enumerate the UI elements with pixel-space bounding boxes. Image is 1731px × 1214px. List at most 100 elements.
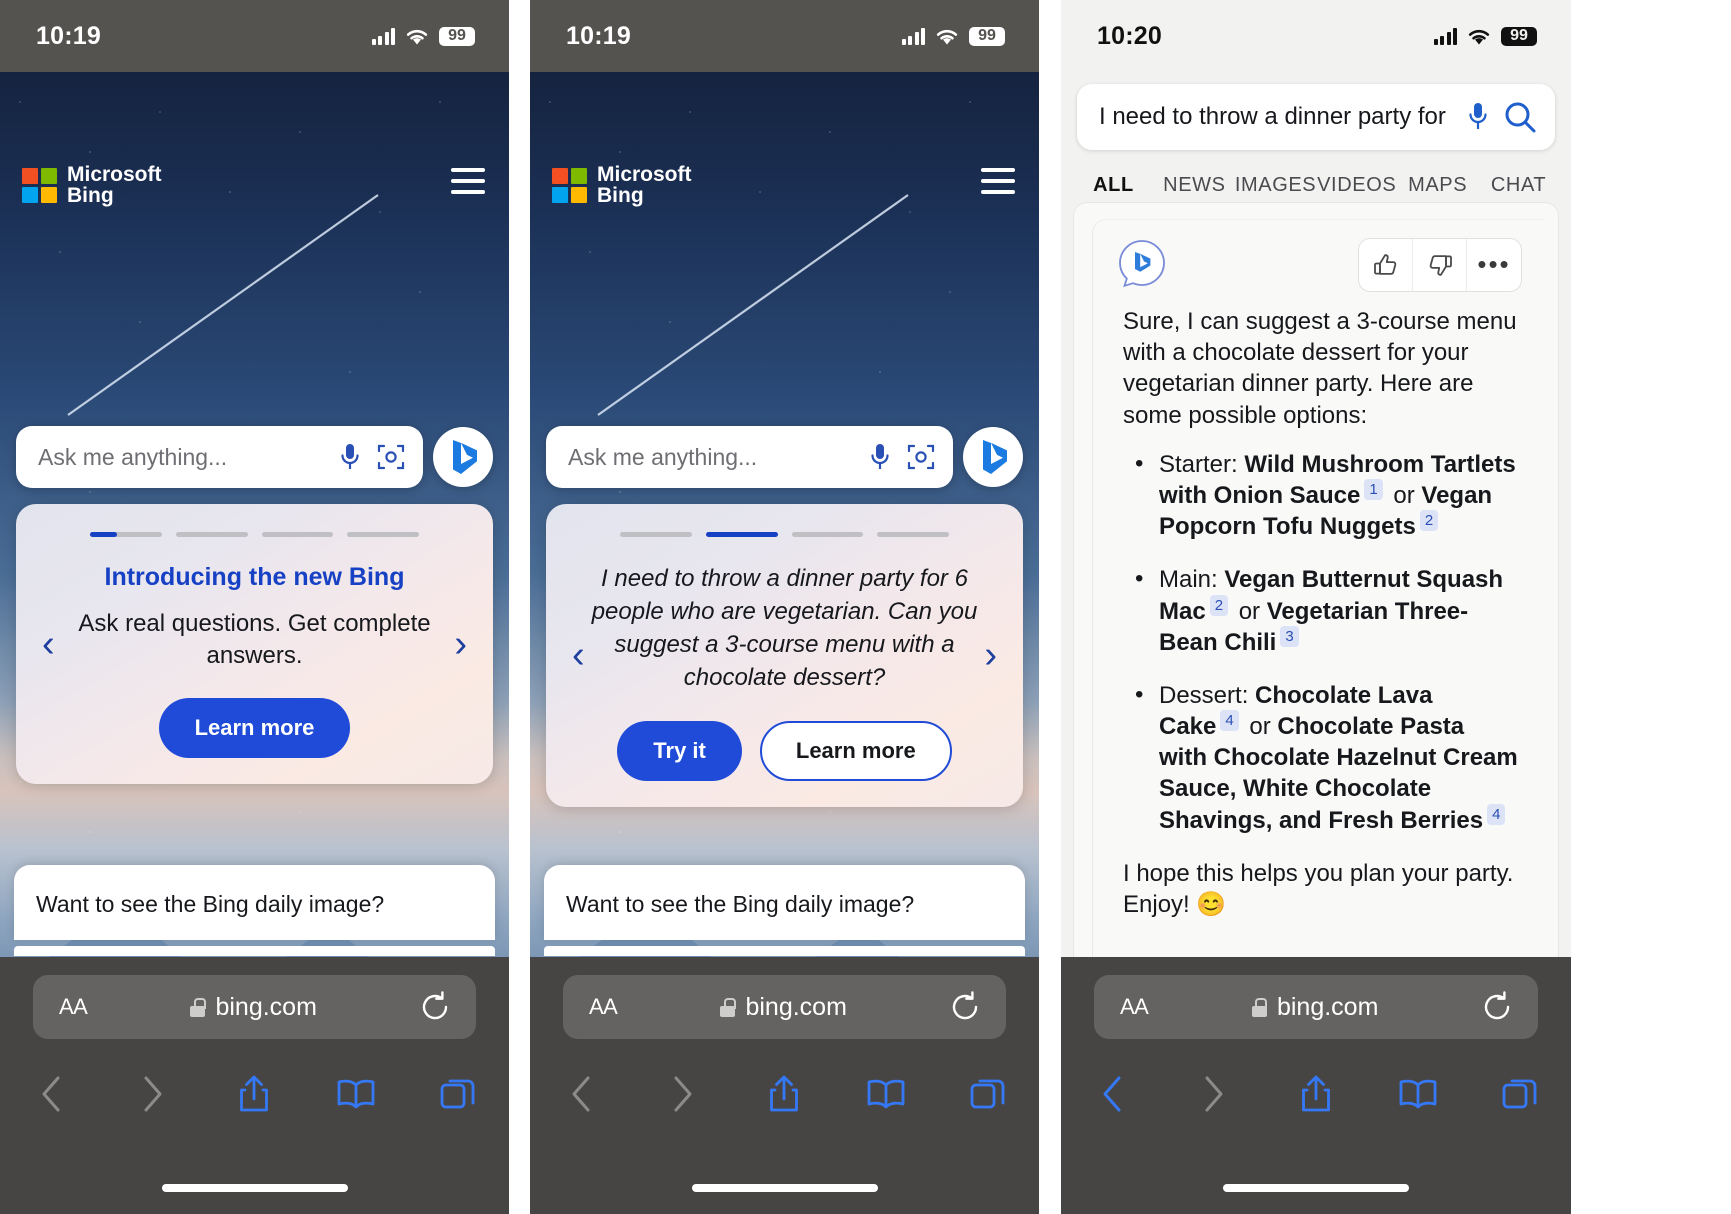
logo-line-microsoft: Microsoft <box>597 163 692 186</box>
daily-image-prompt[interactable]: Want to see the Bing daily image? <box>14 865 495 940</box>
search-input[interactable]: Ask me anything... <box>546 426 953 488</box>
thumbs-up-icon[interactable] <box>1359 239 1413 291</box>
home-indicator[interactable] <box>1223 1184 1409 1192</box>
browser-nav-bar <box>0 1057 509 1131</box>
bing-logo[interactable]: Microsoft Bing <box>552 164 692 207</box>
carousel-pip-1[interactable] <box>90 532 162 537</box>
hamburger-menu-icon[interactable] <box>451 168 485 194</box>
browser-nav-bar <box>1061 1057 1571 1131</box>
microphone-icon[interactable] <box>869 442 891 472</box>
learn-more-button[interactable]: Learn more <box>759 720 952 781</box>
search-icon[interactable] <box>1503 100 1537 134</box>
text-size-button[interactable]: AA <box>1120 994 1149 1020</box>
home-indicator[interactable] <box>161 1184 348 1192</box>
bookmarks-button[interactable] <box>305 1077 407 1111</box>
carousel-pip-2[interactable] <box>705 532 778 537</box>
bookmarks-button[interactable] <box>835 1077 937 1111</box>
bing-logo-text: Microsoft Bing <box>67 164 162 207</box>
carousel-pip-4[interactable] <box>347 532 419 537</box>
carousel-pagination[interactable] <box>30 532 479 537</box>
chat-outro-text: I hope this helps you plan your party. E… <box>1123 859 1514 918</box>
carousel-pip-4[interactable] <box>877 532 949 537</box>
screenshot-stage: 10:19 99 Microsoft Bing Ask me anything.… <box>0 0 1731 1214</box>
browser-url-bar[interactable]: AA bing.com <box>563 975 1006 1039</box>
conjunction: or <box>1386 481 1422 509</box>
back-button[interactable] <box>530 1074 632 1114</box>
forward-button[interactable] <box>632 1074 734 1114</box>
thumbs-down-icon[interactable] <box>1413 239 1467 291</box>
citation-4[interactable]: 4 <box>1220 710 1239 732</box>
logo-line-microsoft: Microsoft <box>67 163 162 186</box>
list-item: Dessert: Chocolate Lava Cake4 or Chocola… <box>1131 679 1518 836</box>
search-placeholder: Ask me anything... <box>38 443 228 470</box>
promo-carousel-card: ‹ › Introducing the new Bing Ask real qu… <box>16 504 493 784</box>
carousel-pagination[interactable] <box>560 532 1009 537</box>
back-button[interactable] <box>0 1074 102 1114</box>
chat-menu-list: Starter: Wild Mushroom Tartlets with Oni… <box>1123 448 1518 836</box>
visual-search-icon[interactable] <box>377 443 405 471</box>
microphone-icon[interactable] <box>1467 101 1489 133</box>
tabs-button[interactable] <box>1469 1075 1571 1113</box>
back-button[interactable] <box>1061 1074 1163 1114</box>
bing-chat-avatar-icon <box>1119 240 1165 288</box>
share-button[interactable] <box>204 1073 306 1115</box>
battery-indicator: 99 <box>969 26 1005 46</box>
tabs-button[interactable] <box>407 1075 509 1113</box>
hamburger-menu-icon[interactable] <box>981 168 1015 194</box>
share-button[interactable] <box>734 1073 836 1115</box>
phone-panel-carousel: 10:19 99 Microsoft Bing Ask me anything.… <box>530 0 1039 1214</box>
citation-3[interactable]: 3 <box>1280 625 1299 647</box>
carousel-prev-button[interactable]: ‹ <box>42 625 55 663</box>
status-indicators: 99 <box>371 26 475 46</box>
url-display[interactable]: bing.com <box>1251 993 1378 1022</box>
learn-more-button[interactable]: Learn more <box>158 697 351 758</box>
browser-url-bar[interactable]: AA bing.com <box>33 975 476 1039</box>
phone-panel-home: 10:19 99 Microsoft Bing Ask me anything.… <box>0 0 509 1214</box>
citation-1[interactable]: 1 <box>1364 478 1383 500</box>
carousel-slide: I need to throw a dinner party for 6 peo… <box>560 563 1009 781</box>
carousel-pip-1[interactable] <box>620 532 692 537</box>
browser-url-bar[interactable]: AA bing.com <box>1094 975 1538 1039</box>
citation-2[interactable]: 2 <box>1419 510 1439 532</box>
forward-button[interactable] <box>102 1074 204 1114</box>
forward-button[interactable] <box>1163 1074 1265 1114</box>
text-size-button[interactable]: AA <box>589 994 618 1020</box>
citation-2[interactable]: 2 <box>1209 594 1229 616</box>
tabs-button[interactable] <box>937 1075 1039 1113</box>
url-text: bing.com <box>215 992 317 1021</box>
home-indicator[interactable] <box>691 1184 878 1192</box>
citation-4b[interactable]: 4 <box>1487 803 1506 825</box>
bing-chat-button[interactable] <box>963 427 1023 487</box>
carousel-pip-3[interactable] <box>261 532 334 537</box>
carousel-pip-2[interactable] <box>175 532 248 537</box>
carousel-next-button[interactable]: › <box>454 625 467 663</box>
more-options-icon[interactable]: ••• <box>1467 239 1521 291</box>
reload-icon[interactable] <box>420 991 450 1023</box>
carousel-prev-button[interactable]: ‹ <box>572 636 585 674</box>
try-it-button[interactable]: Try it <box>617 720 742 781</box>
daily-image-prompt-text: Want to see the Bing daily image? <box>36 891 385 917</box>
daily-image-prompt[interactable]: Want to see the Bing daily image? <box>544 865 1025 940</box>
bing-chat-button[interactable] <box>433 427 493 487</box>
search-row: Ask me anything... <box>16 426 493 488</box>
share-button[interactable] <box>1265 1073 1367 1115</box>
url-display[interactable]: bing.com <box>720 993 847 1022</box>
visual-search-icon[interactable] <box>907 443 935 471</box>
search-input[interactable]: I need to throw a dinner party for 6 <box>1077 84 1555 150</box>
bing-logo[interactable]: Microsoft Bing <box>22 164 162 207</box>
search-input[interactable]: Ask me anything... <box>16 426 423 488</box>
cellular-signal-icon <box>1433 27 1457 45</box>
bookmarks-button[interactable] <box>1367 1077 1469 1111</box>
url-display[interactable]: bing.com <box>190 992 317 1022</box>
reload-icon[interactable] <box>1482 991 1512 1023</box>
status-time: 10:19 <box>36 21 101 50</box>
microsoft-logo-icon <box>552 167 587 203</box>
reload-icon[interactable] <box>950 991 980 1023</box>
list-item: Starter: Wild Mushroom Tartlets with Oni… <box>1131 448 1518 543</box>
microphone-icon[interactable] <box>339 442 361 472</box>
carousel-pip-3[interactable] <box>791 532 864 537</box>
carousel-next-button[interactable]: › <box>984 636 997 674</box>
text-size-button[interactable]: AA <box>59 994 88 1020</box>
lock-icon <box>190 997 206 1017</box>
chat-answer-header: ••• <box>1093 220 1544 292</box>
